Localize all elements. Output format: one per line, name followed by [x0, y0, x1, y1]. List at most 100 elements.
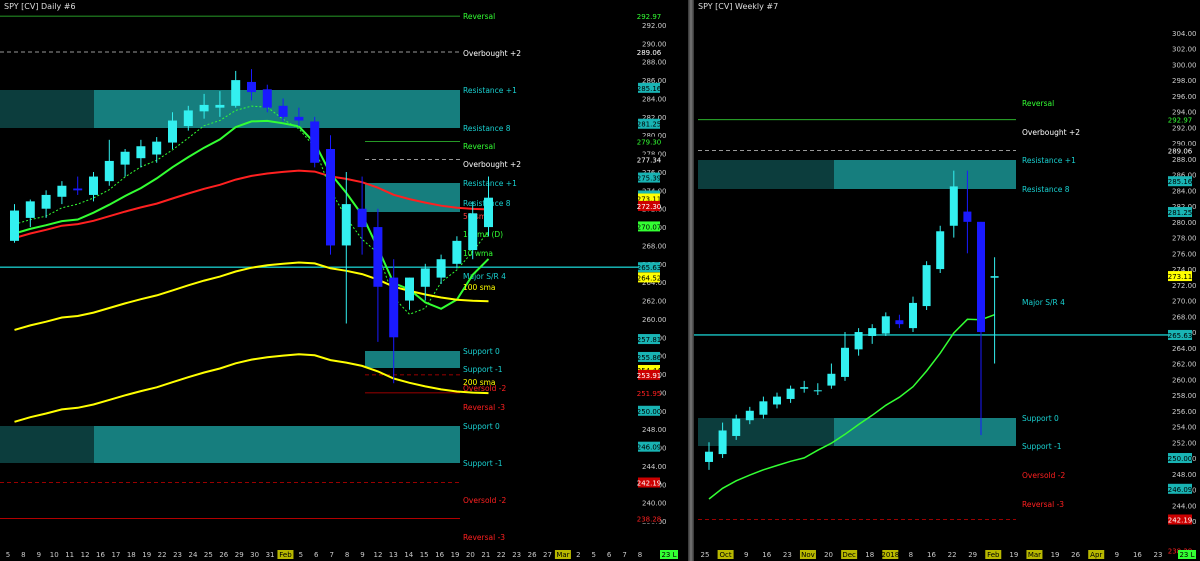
weekly-x-tick-label: Dec [842, 551, 856, 559]
weekly-y-tick-label: 258.00 [1172, 392, 1197, 400]
daily-x-tick-label: 2 [576, 551, 580, 559]
weekly-x-tick-label: 8 [909, 551, 913, 559]
weekly-y-tick-label: 284.00 [1172, 187, 1197, 195]
daily-10ema-line [14, 119, 490, 310]
weekly-candle-body [800, 387, 809, 389]
weekly-candle-body [854, 332, 863, 350]
weekly-level-label: Major S/R 4 [1022, 298, 1065, 307]
daily-y-tick-label: 244.00 [642, 463, 667, 471]
daily-price-tag: 281.25 [637, 121, 662, 129]
weekly-x-tick-label: 19 [1009, 551, 1018, 559]
daily-candle-body [199, 104, 209, 112]
daily-y-tick-label: 268.00 [642, 242, 667, 250]
daily-x-tick-label: 16 [96, 551, 105, 559]
daily-x-tick-label: 22 [158, 551, 167, 559]
daily-x-tick-label: 12 [81, 551, 90, 559]
daily-y-tick-label: 240.00 [642, 500, 667, 508]
daily-100sma-label: 100 sma [463, 283, 496, 292]
daily-price-tag: 279.30 [637, 139, 662, 147]
weekly-level-label: Support -1 [1022, 442, 1062, 451]
daily-price-tag: 277.34 [637, 157, 662, 165]
daily-candle-body [231, 80, 241, 106]
daily-level-label: Support -1 [463, 459, 503, 468]
weekly-candle-body [786, 388, 795, 399]
weekly-y-tick-label: 264.00 [1172, 345, 1197, 353]
weekly-y-tick-label: 254.00 [1172, 424, 1197, 432]
daily-x-tick-label: 25 [204, 551, 213, 559]
weekly-candle-body [813, 390, 822, 392]
weekly-y-tick-label: 244.00 [1172, 502, 1197, 510]
daily-price-tag: 264.52 [637, 274, 662, 282]
weekly-level-label: Resistance +1 [1022, 156, 1076, 165]
daily-candle-body [215, 104, 225, 108]
weekly-y-tick-label: 252.00 [1172, 439, 1197, 447]
daily-candle-body [294, 116, 304, 121]
weekly-candle-body [827, 373, 836, 386]
daily-level-label: Resistance 8 [463, 124, 511, 133]
daily-candle-body [357, 208, 367, 228]
weekly-x-tick-label: Apr [1090, 551, 1102, 559]
daily-x-tick-label: 6 [314, 551, 319, 559]
daily-candle-body [41, 194, 51, 209]
daily-candle-body [420, 268, 430, 287]
daily-level-label: Overbought +2 [463, 160, 521, 169]
daily-x-tick-label: 26 [219, 551, 228, 559]
daily-x-tick-label: 22 [497, 551, 506, 559]
weekly-level-label: Support 0 [1022, 414, 1059, 423]
daily-y-tick-label: 260.00 [642, 316, 667, 324]
weekly-candle-body [759, 401, 768, 415]
daily-candle-body [262, 89, 272, 108]
daily-x-tick-label: 19 [142, 551, 151, 559]
weekly-chart-panel[interactable]: 242.00244.00246.00248.00250.00252.00254.… [694, 0, 1200, 561]
weekly-level-label: Overbought +2 [1022, 128, 1080, 137]
daily-200sma-label: 200 sma [463, 378, 496, 387]
weekly-y-tick-label: 262.00 [1172, 361, 1197, 369]
weekly-x-tick-label: Oct [720, 551, 732, 559]
weekly-y-tick-label: 298.00 [1172, 77, 1197, 85]
weekly-candle-body [705, 451, 713, 462]
weekly-candle-body [732, 418, 741, 436]
daily-x-tick-label: 23 [512, 551, 521, 559]
daily-x-tick-label: 27 [543, 551, 552, 559]
daily-x-tick-label: 9 [360, 551, 364, 559]
daily-candle-body [278, 105, 288, 117]
daily-x-tick-label: 30 [250, 551, 259, 559]
daily-zone-history [0, 90, 94, 128]
weekly-chart-svg: 242.00244.00246.00248.00250.00252.00254.… [694, 30, 1197, 559]
weekly-candle-body [922, 265, 931, 307]
daily-x-tick-label: 8 [21, 551, 25, 559]
daily-price-tag: 292.97 [637, 13, 662, 21]
daily-level-label: Oversold -2 [463, 496, 506, 505]
weekly-x-tick-label: 16 [1133, 551, 1142, 559]
daily-x-tick-label: 7 [329, 551, 333, 559]
weekly-10sma-line [708, 313, 995, 500]
weekly-price-tag: 292.97 [1168, 117, 1193, 125]
weekly-y-tick-label: 272.00 [1172, 282, 1197, 290]
daily-price-tag: 270.07 [637, 223, 662, 231]
daily-candle-body [104, 160, 114, 182]
weekly-price-tag: 285.16 [1168, 178, 1193, 186]
daily-price-tag: 238.28 [637, 515, 662, 523]
daily-y-tick-label: 248.00 [642, 426, 667, 434]
daily-candle-body [10, 210, 19, 241]
weekly-y-tick-label: 292.00 [1172, 124, 1197, 132]
weekly-x-tick-label: Nov [801, 551, 815, 559]
daily-x-tick-label: 13 [389, 551, 398, 559]
daily-chart-panel[interactable]: 238.00240.00242.00244.00246.00248.00250.… [0, 0, 688, 561]
daily-x-tick-label: 26 [528, 551, 537, 559]
daily-level-label: Reversal -3 [463, 403, 505, 412]
weekly-x-tick-label: 16 [927, 551, 936, 559]
weekly-x-tick-label: 2018 [881, 551, 899, 559]
weekly-level-label: Resistance 8 [1022, 185, 1070, 194]
daily-price-tag: 253.91 [637, 372, 662, 380]
weekly-price-tag: 289.06 [1168, 147, 1193, 155]
weekly-x-tick-label: 25 [701, 551, 710, 559]
daily-zone-history [0, 426, 94, 463]
daily-x-tick-label: 24 [189, 551, 198, 559]
daily-candle-body [452, 240, 462, 264]
weekly-price-tag: 265.63 [1168, 332, 1193, 340]
daily-candle-body [468, 213, 478, 251]
weekly-zone-history [698, 418, 834, 446]
daily-price-tag: 246.09 [637, 444, 662, 452]
daily-x-tick-label: 31 [266, 551, 275, 559]
